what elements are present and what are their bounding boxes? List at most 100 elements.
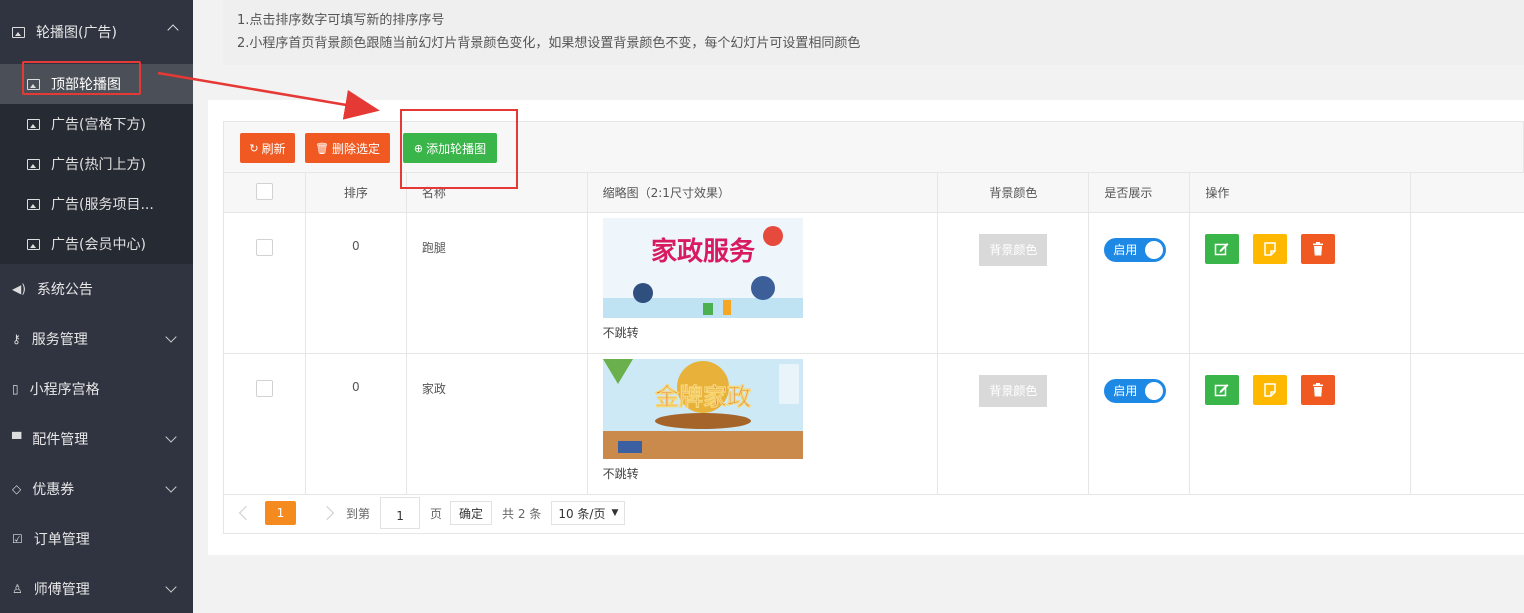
sidebar-item-service[interactable]: ⚷ 服务管理 (0, 314, 193, 364)
header-select-all[interactable] (223, 172, 306, 213)
prev-page-icon[interactable] (238, 505, 254, 521)
sidebar-item-coupon[interactable]: ◇ 优惠券 (0, 464, 193, 514)
table-row: 0 跑腿 家政服务 不跳转 背景颜色 启用 (223, 212, 1524, 354)
row-actions (1189, 212, 1412, 354)
total-count: 共 2 条 (502, 506, 542, 521)
edit-button[interactable] (1205, 375, 1240, 405)
goto-label: 到第 (346, 506, 371, 521)
next-page-icon[interactable] (319, 505, 335, 521)
image-icon (27, 238, 40, 250)
row-checkbox[interactable] (255, 380, 273, 397)
plus-circle-icon: ⊕ (413, 141, 424, 155)
sidebar-item-label: 广告(会员中心) (51, 237, 146, 253)
header-actions: 操作 (1189, 172, 1412, 213)
refresh-button[interactable]: ↻ 刷新 (240, 133, 295, 163)
sidebar-item-ad-service[interactable]: 广告(服务项目... (0, 184, 193, 224)
row-bg-color-cell: 背景颜色 (937, 353, 1090, 495)
toggle-knob (1145, 241, 1164, 259)
sidebar-group-carousel[interactable]: 轮播图(广告) (0, 0, 193, 64)
edit-icon (1215, 243, 1229, 256)
header-empty (1410, 172, 1524, 213)
page-size-value: 10 条/页 (558, 506, 606, 521)
header-thumbnail: 缩略图（2:1尺寸效果） (586, 172, 939, 213)
main-content: 1.点击排序数字可填写新的排序序号 2.小程序首页背景颜色跟随当前幻灯片背景颜色… (193, 0, 1524, 613)
sidebar-item-label: 系统公告 (36, 282, 93, 298)
delete-selected-button[interactable]: 🗑 删除选定 (305, 133, 390, 163)
row-thumbnail-cell: 金牌家政 不跳转 (586, 353, 939, 495)
sidebar-item-label: 订单管理 (33, 532, 90, 548)
trash-icon (1312, 383, 1323, 397)
note-icon (1264, 383, 1276, 397)
confirm-page-button[interactable]: 确定 (450, 501, 493, 525)
row-sort[interactable]: 0 (304, 212, 407, 354)
delete-label: 删除选定 (331, 141, 380, 156)
sidebar-item-label: 配件管理 (32, 432, 89, 448)
detail-button[interactable] (1253, 375, 1288, 405)
sidebar-item-parts[interactable]: ▀ 配件管理 (0, 414, 193, 464)
banner-thumbnail[interactable]: 家政服务 (602, 218, 803, 318)
row-link-caption: 不跳转 (602, 467, 639, 481)
sidebar-item-label: 优惠券 (32, 482, 75, 498)
row-name: 家政 (405, 353, 588, 495)
table-row: 0 家政 金牌家政 不跳转 背景颜色 启用 (223, 353, 1524, 495)
display-toggle[interactable]: 启用 (1104, 379, 1167, 403)
table-panel: ↻ 刷新 🗑 删除选定 ⊕ 添加轮播图 排序 名称 缩略图（2:1尺寸效果） 背景颜色… (208, 100, 1524, 555)
sidebar-item-label: 顶部轮播图 (51, 77, 121, 93)
bg-color-swatch[interactable]: 背景颜色 (979, 234, 1048, 266)
page-number-input[interactable]: 1 (380, 497, 421, 529)
display-toggle[interactable]: 启用 (1104, 238, 1167, 262)
sidebar-item-orders[interactable]: ☑ 订单管理 (0, 514, 193, 564)
row-name: 跑腿 (405, 212, 588, 354)
row-thumbnail-cell: 家政服务 不跳转 (586, 212, 939, 354)
banner-title: 金牌家政 (654, 383, 751, 411)
sidebar-group-label: 轮播图(广告) (36, 25, 117, 41)
header-bg-color: 背景颜色 (937, 172, 1090, 213)
detail-button[interactable] (1253, 234, 1288, 264)
sidebar-item-miniapp-grid[interactable]: ▯ 小程序宫格 (0, 364, 193, 414)
add-label: 添加轮播图 (426, 141, 487, 156)
page-size-select[interactable]: 10 条/页 ▼ (551, 501, 626, 525)
sidebar-item-top-carousel[interactable]: 顶部轮播图 (0, 64, 193, 104)
sidebar-item-workers[interactable]: ♙ 师傅管理 (0, 564, 193, 613)
row-display-cell: 启用 (1088, 212, 1191, 354)
sidebar-item-ad-hot-above[interactable]: 广告(热门上方) (0, 144, 193, 184)
row-bg-color-cell: 背景颜色 (937, 212, 1090, 354)
image-icon (12, 26, 25, 38)
sidebar-item-announcement[interactable]: ◀) 系统公告 (0, 264, 193, 314)
sidebar: 轮播图(广告) 顶部轮播图 广告(宫格下方) 广告(热门上方) 广告(服务项目.… (0, 0, 193, 613)
select-all-checkbox[interactable] (255, 182, 273, 200)
sidebar-item-label: 师傅管理 (33, 582, 90, 598)
sidebar-item-label: 服务管理 (31, 332, 88, 348)
sidebar-item-label: 广告(宫格下方) (51, 117, 146, 133)
row-select-cell (223, 353, 306, 495)
trash-icon (1312, 242, 1323, 256)
checkbox-icon: ☑ (12, 532, 23, 546)
header-name: 名称 (405, 172, 588, 213)
delete-button[interactable] (1300, 234, 1335, 264)
row-checkbox[interactable] (255, 239, 273, 256)
toolbar: ↻ 刷新 🗑 删除选定 ⊕ 添加轮播图 (223, 121, 1524, 173)
sidebar-item-label: 广告(服务项目... (51, 197, 154, 213)
sidebar-item-ad-grid-below[interactable]: 广告(宫格下方) (0, 104, 193, 144)
refresh-label: 刷新 (261, 141, 286, 156)
edit-button[interactable] (1205, 234, 1240, 264)
sidebar-item-ad-member[interactable]: 广告(会员中心) (0, 224, 193, 264)
refresh-icon: ↻ (249, 141, 259, 155)
person-icon: ♙ (12, 582, 23, 596)
add-carousel-button[interactable]: ⊕ 添加轮播图 (403, 133, 497, 163)
row-sort[interactable]: 0 (304, 353, 407, 495)
sidebar-submenu: 顶部轮播图 广告(宫格下方) 广告(热门上方) 广告(服务项目... 广告(会员… (0, 64, 193, 264)
row-display-cell: 启用 (1088, 353, 1191, 495)
row-actions (1189, 353, 1412, 495)
row-empty-cell (1410, 212, 1524, 354)
edit-icon (1215, 384, 1229, 397)
chevron-down-icon (165, 481, 177, 493)
banner-thumbnail[interactable]: 金牌家政 (602, 359, 803, 459)
bg-color-swatch[interactable]: 背景颜色 (979, 375, 1048, 407)
row-link-caption: 不跳转 (602, 326, 639, 340)
delete-button[interactable] (1300, 375, 1335, 405)
trash-icon: 🗑 (315, 141, 329, 155)
current-page[interactable]: 1 (265, 501, 296, 525)
chevron-up-icon (167, 24, 179, 36)
dropdown-icon: ▼ (611, 508, 619, 518)
